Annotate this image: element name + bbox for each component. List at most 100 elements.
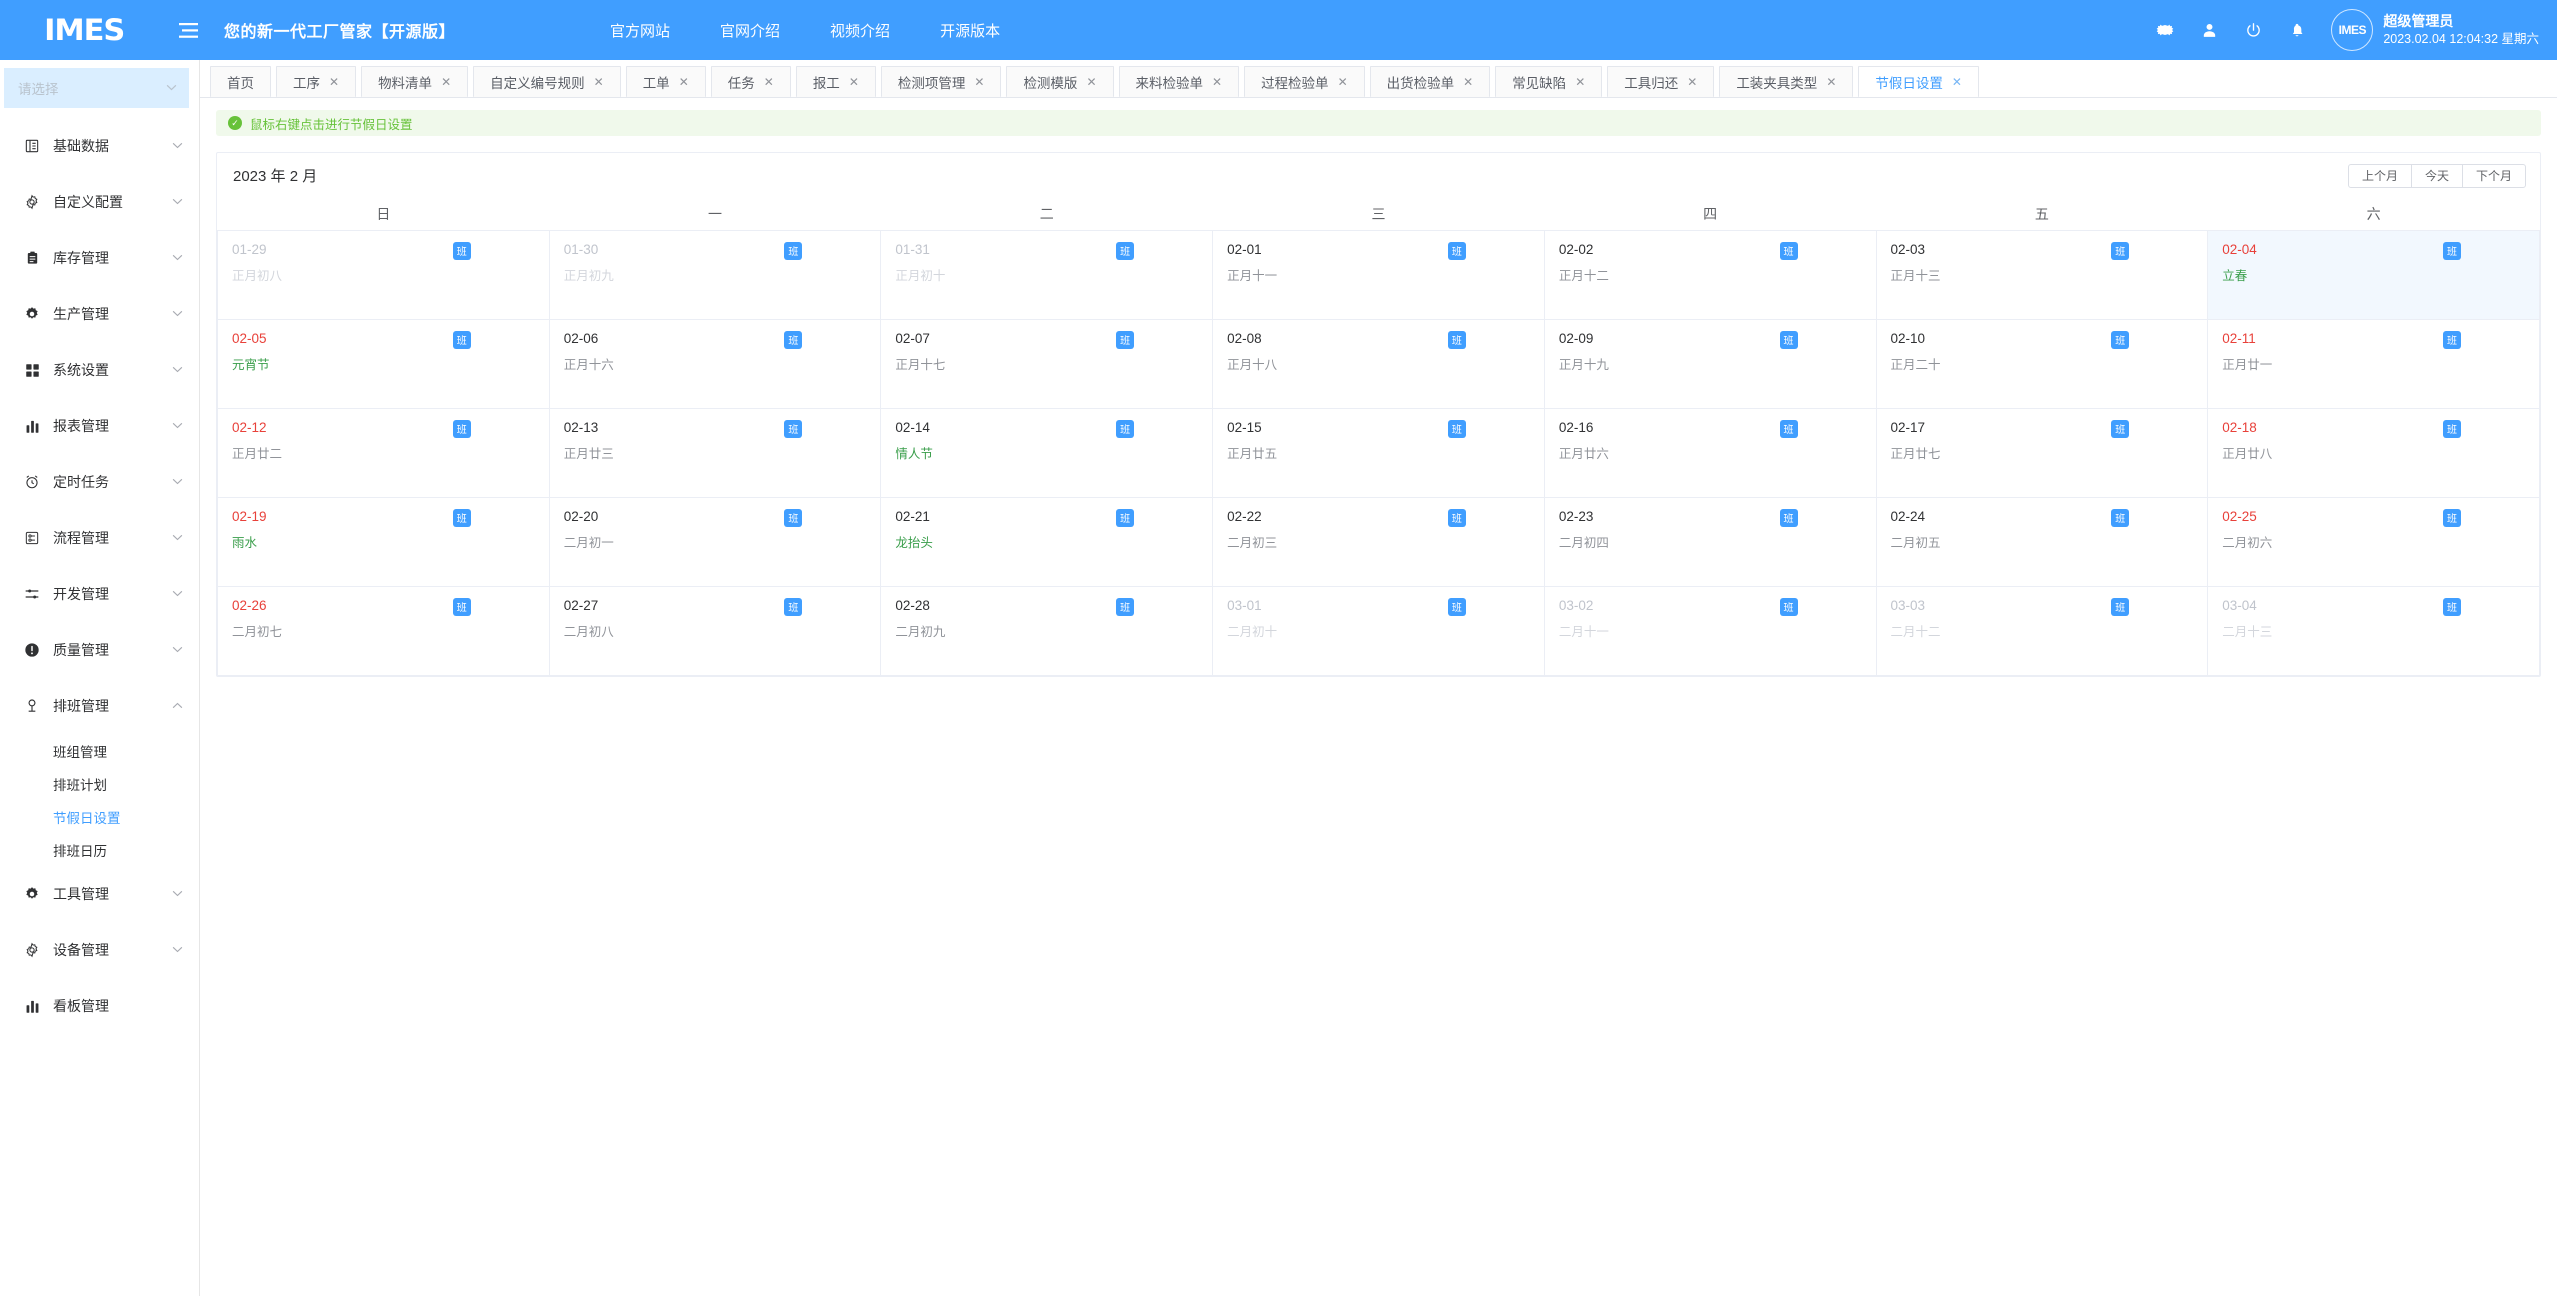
shift-badge[interactable]: 班 [2111, 598, 2129, 616]
sidebar-item-6[interactable]: 报表管理 [0, 398, 199, 454]
calendar-day-cell[interactable]: 01-30班正月初九 [549, 230, 881, 319]
shift-badge[interactable]: 班 [1780, 420, 1798, 438]
nav-video-intro[interactable]: 视频介绍 [805, 20, 915, 41]
calendar-day-cell[interactable]: 02-12班正月廿二 [218, 408, 550, 497]
calendar-day-cell[interactable]: 02-16班正月廿六 [1544, 408, 1876, 497]
calendar-day-cell[interactable]: 02-06班正月十六 [549, 319, 881, 408]
tab-10[interactable]: 来料检验单✕ [1119, 66, 1240, 97]
tab-2[interactable]: 工序✕ [276, 66, 356, 97]
calendar-day-cell[interactable]: 02-19班雨水 [218, 497, 550, 586]
sidebar-item-2[interactable]: 自定义配置 [0, 174, 199, 230]
shift-badge[interactable]: 班 [1116, 331, 1134, 349]
shift-badge[interactable]: 班 [1116, 420, 1134, 438]
power-icon[interactable] [2231, 0, 2275, 60]
shift-badge[interactable]: 班 [1116, 598, 1134, 616]
shift-badge[interactable]: 班 [453, 598, 471, 616]
calendar-day-cell[interactable]: 02-03班正月十三 [1876, 230, 2208, 319]
calendar-day-cell[interactable]: 02-14班情人节 [881, 408, 1213, 497]
nav-opensource[interactable]: 开源版本 [915, 20, 1025, 41]
shift-badge[interactable]: 班 [2443, 598, 2461, 616]
sidebar-subitem-4[interactable]: 排班日历 [0, 833, 199, 866]
sidebar-item-9[interactable]: 开发管理 [0, 566, 199, 622]
shift-badge[interactable]: 班 [453, 420, 471, 438]
calendar-day-cell[interactable]: 02-01班正月十一 [1213, 230, 1545, 319]
org-select[interactable]: 请选择 [4, 68, 189, 108]
shift-badge[interactable]: 班 [784, 331, 802, 349]
shift-badge[interactable]: 班 [2443, 331, 2461, 349]
close-icon[interactable]: ✕ [1826, 76, 1836, 88]
shift-badge[interactable]: 班 [2443, 509, 2461, 527]
tab-7[interactable]: 报工✕ [796, 66, 876, 97]
close-icon[interactable]: ✕ [1212, 76, 1222, 88]
close-icon[interactable]: ✕ [1463, 76, 1473, 88]
calendar-day-cell[interactable]: 02-24班二月初五 [1876, 497, 2208, 586]
calendar-day-cell[interactable]: 02-04班立春 [2208, 230, 2540, 319]
calendar-day-cell[interactable]: 03-04班二月十三 [2208, 586, 2540, 675]
tab-16[interactable]: 节假日设置✕ [1858, 66, 1979, 97]
shift-badge[interactable]: 班 [1780, 598, 1798, 616]
calendar-day-cell[interactable]: 02-27班二月初八 [549, 586, 881, 675]
close-icon[interactable]: ✕ [679, 76, 689, 88]
calendar-day-cell[interactable]: 02-25班二月初六 [2208, 497, 2540, 586]
calendar-day-cell[interactable]: 02-10班正月二十 [1876, 319, 2208, 408]
close-icon[interactable]: ✕ [849, 76, 859, 88]
shift-badge[interactable]: 班 [1780, 331, 1798, 349]
close-icon[interactable]: ✕ [441, 76, 451, 88]
calendar-day-cell[interactable]: 02-17班正月廿七 [1876, 408, 2208, 497]
shift-badge[interactable]: 班 [784, 509, 802, 527]
calendar-day-cell[interactable]: 02-28班二月初九 [881, 586, 1213, 675]
shift-badge[interactable]: 班 [784, 598, 802, 616]
shift-badge[interactable]: 班 [2443, 420, 2461, 438]
calendar-day-cell[interactable]: 02-23班二月初四 [1544, 497, 1876, 586]
nav-site-intro[interactable]: 官网介绍 [695, 20, 805, 41]
sidebar-item-7[interactable]: 定时任务 [0, 454, 199, 510]
tab-6[interactable]: 任务✕ [711, 66, 791, 97]
shift-badge[interactable]: 班 [1780, 242, 1798, 260]
close-icon[interactable]: ✕ [1952, 76, 1962, 88]
close-icon[interactable]: ✕ [1575, 76, 1585, 88]
tab-4[interactable]: 自定义编号规则✕ [473, 66, 621, 97]
close-icon[interactable]: ✕ [1687, 76, 1697, 88]
close-icon[interactable]: ✕ [764, 76, 774, 88]
shift-badge[interactable]: 班 [2111, 420, 2129, 438]
theme-icon[interactable] [2143, 0, 2187, 60]
shift-badge[interactable]: 班 [784, 420, 802, 438]
shift-badge[interactable]: 班 [453, 242, 471, 260]
sidebar-item-10[interactable]: 质量管理 [0, 622, 199, 678]
tab-1[interactable]: 首页 [210, 66, 271, 97]
sidebar-item-3[interactable]: 库存管理 [0, 230, 199, 286]
avatar[interactable]: IMES [2331, 9, 2373, 51]
user-icon[interactable] [2187, 0, 2231, 60]
calendar-day-cell[interactable]: 02-26班二月初七 [218, 586, 550, 675]
calendar-day-cell[interactable]: 02-22班二月初三 [1213, 497, 1545, 586]
calendar-day-cell[interactable]: 03-01班二月初十 [1213, 586, 1545, 675]
calendar-day-cell[interactable]: 02-02班正月十二 [1544, 230, 1876, 319]
close-icon[interactable]: ✕ [329, 76, 339, 88]
shift-badge[interactable]: 班 [784, 242, 802, 260]
tab-11[interactable]: 过程检验单✕ [1244, 66, 1365, 97]
prev-month-button[interactable]: 上个月 [2348, 164, 2412, 188]
close-icon[interactable]: ✕ [1338, 76, 1348, 88]
tab-5[interactable]: 工单✕ [626, 66, 706, 97]
shift-badge[interactable]: 班 [2111, 331, 2129, 349]
shift-badge[interactable]: 班 [1116, 242, 1134, 260]
calendar-day-cell[interactable]: 02-07班正月十七 [881, 319, 1213, 408]
shift-badge[interactable]: 班 [453, 509, 471, 527]
hamburger-icon[interactable] [168, 0, 208, 60]
shift-badge[interactable]: 班 [2443, 242, 2461, 260]
calendar-day-cell[interactable]: 02-21班龙抬头 [881, 497, 1213, 586]
calendar-day-cell[interactable]: 03-03班二月十二 [1876, 586, 2208, 675]
sidebar-item-11[interactable]: 排班管理 [0, 678, 199, 734]
bell-icon[interactable] [2275, 0, 2319, 60]
shift-badge[interactable]: 班 [1448, 242, 1466, 260]
shift-badge[interactable]: 班 [453, 331, 471, 349]
shift-badge[interactable]: 班 [1116, 509, 1134, 527]
calendar-day-cell[interactable]: 03-02班二月十一 [1544, 586, 1876, 675]
tab-14[interactable]: 工具归还✕ [1607, 66, 1714, 97]
tab-13[interactable]: 常见缺陷✕ [1495, 66, 1602, 97]
shift-badge[interactable]: 班 [1448, 420, 1466, 438]
next-month-button[interactable]: 下个月 [2462, 164, 2526, 188]
sidebar-subitem-1[interactable]: 班组管理 [0, 734, 199, 767]
sidebar-item-14[interactable]: 看板管理 [0, 978, 199, 1034]
calendar-day-cell[interactable]: 02-20班二月初一 [549, 497, 881, 586]
